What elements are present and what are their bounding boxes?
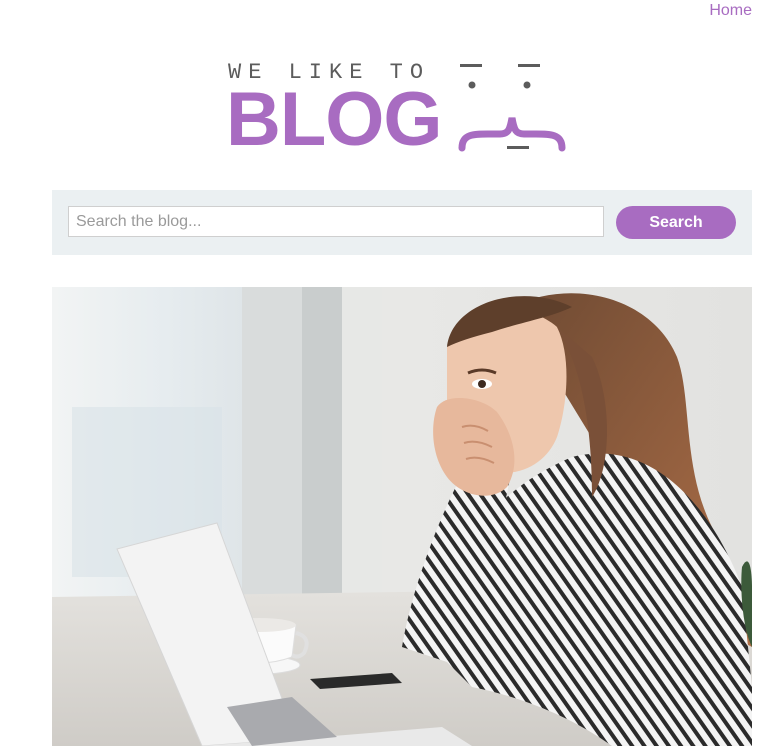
logo-wordmark: BLOG — [226, 77, 443, 162]
hero-photo-icon — [52, 287, 752, 746]
page: Home WE LIKE TO BLOG Search — [0, 0, 776, 746]
search-input[interactable] — [68, 206, 604, 237]
hero-image[interactable] — [52, 287, 752, 746]
nav-home-link[interactable]: Home — [709, 2, 752, 20]
search-bar: Search — [52, 190, 752, 255]
logo-face-icon — [458, 64, 566, 152]
search-button[interactable]: Search — [616, 206, 736, 239]
site-logo[interactable]: WE LIKE TO BLOG — [226, 60, 578, 158]
